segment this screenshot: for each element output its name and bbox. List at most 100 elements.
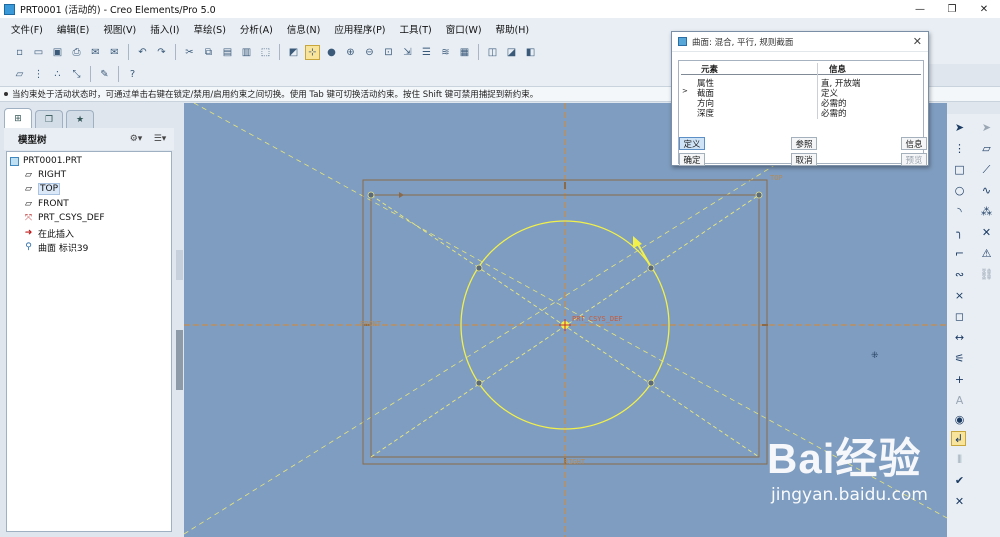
row-info: 必需的	[821, 109, 847, 119]
sketch-point[interactable]	[647, 379, 655, 387]
saved-views-icon[interactable]: ☰	[419, 45, 434, 60]
paste-icon[interactable]: ▤	[220, 45, 235, 60]
cancel-button[interactable]: 取消	[791, 153, 817, 166]
table-row[interactable]: 属性 直, 开放端	[679, 77, 925, 89]
close-button[interactable]: ✕	[968, 0, 1000, 18]
fillet-icon[interactable]: ╮	[952, 225, 967, 240]
menu-insert[interactable]: 插入(I)	[143, 22, 186, 36]
select-box-icon[interactable]: ⬚	[258, 45, 273, 60]
tree-item-top[interactable]: ▱ TOP	[23, 182, 61, 196]
model-tree-tab[interactable]: ⊞	[4, 108, 32, 128]
table-row[interactable]: 方向 必需的	[679, 97, 925, 109]
refit-icon[interactable]: ⊡	[381, 45, 396, 60]
select-arrow-icon[interactable]: ➤	[952, 120, 967, 135]
info-button[interactable]: 信息	[901, 137, 927, 150]
menu-sketch[interactable]: 草绘(S)	[186, 22, 232, 36]
email-link-icon[interactable]: ✉	[107, 45, 122, 60]
open-icon[interactable]: ▭	[31, 45, 46, 60]
trim-dynamic-icon[interactable]: ↲	[951, 431, 966, 446]
wireframe-icon[interactable]: ◫	[485, 45, 500, 60]
context-help-icon[interactable]: ?	[125, 67, 140, 82]
navigator-collapse-handle[interactable]	[176, 330, 183, 390]
plane-sketch-icon[interactable]: ▱	[979, 141, 994, 156]
palette-icon[interactable]: ⚠	[979, 246, 994, 261]
favorites-tab[interactable]: ★	[66, 110, 94, 128]
sketch-point[interactable]	[475, 379, 483, 387]
sketch-point[interactable]	[475, 264, 483, 272]
csys-display-icon[interactable]: ⤡	[69, 67, 84, 82]
annotation-icon[interactable]: ✎	[97, 67, 112, 82]
tree-show-icon[interactable]: ☰▾	[148, 131, 172, 146]
dimension-icon[interactable]: ↔	[952, 330, 967, 345]
point-icon[interactable]: ⁂	[979, 204, 994, 219]
tree-settings-icon[interactable]: ⚙▾	[124, 131, 148, 146]
menu-help[interactable]: 帮助(H)	[489, 22, 537, 36]
tree-item-right[interactable]: ▱ RIGHT	[23, 168, 66, 182]
save-icon[interactable]: ▣	[50, 45, 65, 60]
shade-icon[interactable]: ●	[324, 45, 339, 60]
folder-browser-tab[interactable]: ❐	[35, 110, 63, 128]
tree-item-front[interactable]: ▱ FRONT	[23, 197, 69, 211]
sketch-view-icon[interactable]: ◩	[286, 45, 301, 60]
tree-item-csys[interactable]: ⤧ PRT_CSYS_DEF	[23, 211, 105, 225]
menu-info[interactable]: 信息(N)	[280, 22, 328, 36]
hidden-line-icon[interactable]: ◪	[504, 45, 519, 60]
datum-plane-display-icon[interactable]: ▱	[12, 67, 27, 82]
constraint-icon[interactable]: +	[952, 372, 967, 387]
sketch-point[interactable]	[647, 264, 655, 272]
model-display-icon[interactable]: ▦	[457, 45, 472, 60]
rectangle-icon[interactable]: □	[952, 162, 967, 177]
trim-icon[interactable]: ✕	[979, 225, 994, 240]
tree-item-surface[interactable]: ⚲ 曲面 标识39	[23, 240, 88, 254]
email-icon[interactable]: ✉	[88, 45, 103, 60]
new-file-icon[interactable]: ▫	[12, 45, 27, 60]
menu-window[interactable]: 窗口(W)	[439, 22, 489, 36]
no-hidden-icon[interactable]: ◧	[523, 45, 538, 60]
cancel-x-icon[interactable]: ✕	[952, 494, 967, 509]
arc-icon[interactable]: ◝	[952, 204, 967, 219]
menu-file[interactable]: 文件(F)	[4, 22, 50, 36]
spline-draw-icon[interactable]: ∾	[952, 267, 967, 282]
modify-icon[interactable]: ⚟	[952, 351, 967, 366]
palette-shape-icon[interactable]: ◉	[952, 412, 967, 427]
done-check-icon[interactable]: ✔	[952, 473, 967, 488]
ok-button[interactable]: 确定	[679, 153, 705, 166]
datum-point-display-icon[interactable]: ∴	[50, 67, 65, 82]
restore-button[interactable]: ❐	[936, 0, 968, 18]
constraint-toggle-icon[interactable]: ⊹	[305, 44, 320, 60]
navigator-splitter[interactable]	[176, 250, 183, 280]
copy-icon[interactable]: ⧉	[201, 45, 216, 60]
orient-icon[interactable]: ⇲	[400, 45, 415, 60]
centerline-icon[interactable]: ⋮	[952, 141, 967, 156]
redo-icon[interactable]: ↷	[154, 45, 169, 60]
menu-tools[interactable]: 工具(T)	[393, 22, 439, 36]
table-row[interactable]: 深度 必需的	[679, 107, 925, 119]
dialog-close-icon[interactable]: ✕	[913, 35, 922, 48]
refs-button[interactable]: 参照	[791, 137, 817, 150]
cut-icon[interactable]: ✂	[182, 45, 197, 60]
menu-edit[interactable]: 编辑(E)	[50, 22, 96, 36]
menu-view[interactable]: 视图(V)	[96, 22, 143, 36]
datum-axis-display-icon[interactable]: ⋮	[31, 67, 46, 82]
zoom-in-icon[interactable]: ⊕	[343, 45, 358, 60]
zoom-out-icon[interactable]: ⊖	[362, 45, 377, 60]
undo-icon[interactable]: ↶	[135, 45, 150, 60]
circle-icon[interactable]: ○	[952, 183, 967, 198]
table-row[interactable]: > 截面 定义	[679, 87, 925, 99]
sketch-point-icon[interactable]: ×	[952, 288, 967, 303]
sketch-point[interactable]	[755, 191, 763, 199]
chamfer-icon[interactable]: ⌐	[952, 246, 967, 261]
offset-icon[interactable]: ◻	[952, 309, 967, 324]
menu-applications[interactable]: 应用程序(P)	[327, 22, 392, 36]
minimize-button[interactable]: —	[904, 0, 936, 18]
line-icon[interactable]: ⟋	[979, 162, 994, 177]
define-button[interactable]: 定义	[679, 137, 705, 150]
sketch-point[interactable]	[367, 191, 375, 199]
tree-item-part[interactable]: PRT0001.PRT	[10, 154, 82, 168]
spline-icon[interactable]: ∿	[979, 183, 994, 198]
layers-icon[interactable]: ≋	[438, 45, 453, 60]
print-icon[interactable]: ⎙	[69, 45, 84, 60]
paste-special-icon[interactable]: ▥	[239, 45, 254, 60]
menu-analysis[interactable]: 分析(A)	[233, 22, 280, 36]
tree-item-insert-here[interactable]: ➜ 在此插入	[23, 226, 74, 240]
